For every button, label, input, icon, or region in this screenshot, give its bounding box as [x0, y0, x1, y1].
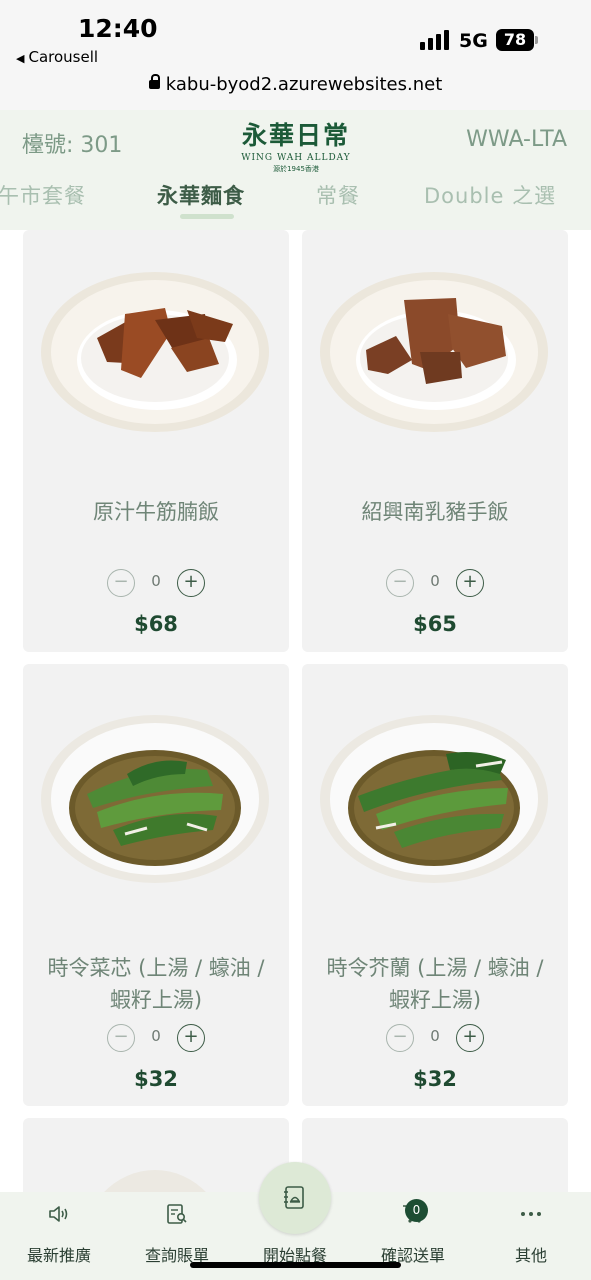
menu-card[interactable]: 原汁牛筋腩飯 − 0 + $68 [23, 230, 289, 652]
price: $68 [134, 612, 178, 636]
category-tabs: 午市套餐 永華麵食 常餐 Double 之選 [0, 176, 591, 230]
pork-knuckle-rice-image [320, 272, 548, 432]
decrease-button[interactable]: − [386, 1024, 414, 1052]
dish-name: 時令芥蘭 (上湯 / 蠔油 / [326, 956, 544, 980]
quantity-value: 0 [151, 1027, 161, 1045]
increase-button[interactable]: + [177, 569, 205, 597]
nav-label: 最新推廣 [26, 1246, 91, 1265]
menu-card[interactable]: 紹興南乳豬手飯 − 0 + $65 [302, 230, 568, 652]
start-order-button[interactable] [259, 1162, 331, 1234]
battery-icon: 78 [496, 29, 538, 51]
back-to-app-link[interactable]: ◀ Carousell [16, 48, 98, 66]
back-triangle-icon: ◀ [16, 52, 25, 65]
back-app-label: Carousell [28, 48, 99, 66]
price: $65 [413, 612, 457, 636]
app-header: 檯號: 301 永華日常 WING WAH ALLDAY 源於1945香港 WW… [0, 110, 591, 230]
nav-label: 其他 [514, 1246, 547, 1265]
dish-name-line2: 蝦籽上湯) [109, 988, 203, 1012]
receipt-search-icon [167, 1204, 187, 1224]
menu-card[interactable]: 時令菜芯 (上湯 / 蠔油 / 蝦籽上湯) − 0 + $32 [23, 664, 289, 1106]
url-text: kabu-byod2.azurewebsites.net [165, 74, 443, 95]
price: $32 [134, 1067, 178, 1091]
store-code: WWA-LTA [466, 127, 567, 152]
dish-name: 紹興南乳豬手飯 [361, 500, 509, 524]
tab-noodles[interactable]: 永華麵食 [157, 180, 245, 210]
choi-sum-image [41, 715, 269, 883]
decrease-button[interactable]: − [107, 1024, 135, 1052]
lock-icon [148, 74, 160, 89]
tab-lunch-set[interactable]: 午市套餐 [0, 180, 86, 210]
more-icon [521, 1212, 541, 1216]
speaker-icon [49, 1206, 68, 1222]
menu-card[interactable]: 時令芥蘭 (上湯 / 蠔油 / 蝦籽上湯) − 0 + $32 [302, 664, 568, 1106]
nav-more[interactable]: 其他 [472, 1192, 590, 1280]
table-number: 檯號: 301 [22, 133, 123, 158]
active-tab-indicator [180, 214, 234, 219]
order-book-icon [284, 1186, 304, 1209]
quantity-stepper: − 0 + [386, 1024, 484, 1052]
quantity-value: 0 [151, 572, 161, 590]
tab-regular-meal[interactable]: 常餐 [316, 180, 360, 210]
beef-brisket-rice-image [41, 272, 269, 432]
quantity-stepper: − 0 + [107, 569, 205, 597]
tab-double-choice[interactable]: Double 之選 [424, 180, 556, 210]
network-type: 5G [459, 30, 488, 52]
decrease-button[interactable]: − [386, 569, 414, 597]
dish-name-line2: 蝦籽上湯) [388, 988, 482, 1012]
logo-sub-text: WING WAH ALLDAY [241, 153, 351, 163]
status-bar: 12:40 ◀ Carousell 5G 78 kabu-byod2.azurew… [0, 0, 591, 110]
dish-name: 原汁牛筋腩飯 [93, 500, 219, 524]
logo-tagline: 源於1945香港 [273, 165, 319, 173]
increase-button[interactable]: + [177, 1024, 205, 1052]
quantity-value: 0 [430, 1027, 440, 1045]
home-indicator[interactable] [190, 1262, 401, 1268]
brand-logo: 永華日常 WING WAH ALLDAY 源於1945香港 [226, 116, 366, 174]
increase-button[interactable]: + [456, 569, 484, 597]
nav-promotions[interactable]: 最新推廣 [0, 1192, 118, 1280]
quantity-stepper: − 0 + [107, 1024, 205, 1052]
quantity-stepper: − 0 + [386, 569, 484, 597]
cart-count-badge: 0 [405, 1199, 428, 1222]
clock: 12:40 [78, 14, 158, 43]
logo-main-text: 永華日常 [241, 121, 350, 150]
quantity-value: 0 [430, 572, 440, 590]
dish-name: 時令菜芯 (上湯 / 蠔油 / [47, 956, 265, 980]
signal-icon [420, 30, 450, 50]
price: $32 [413, 1067, 457, 1091]
increase-button[interactable]: + [456, 1024, 484, 1052]
decrease-button[interactable]: − [107, 569, 135, 597]
address-bar[interactable]: kabu-byod2.azurewebsites.net [0, 74, 591, 95]
gai-lan-image [320, 715, 548, 883]
